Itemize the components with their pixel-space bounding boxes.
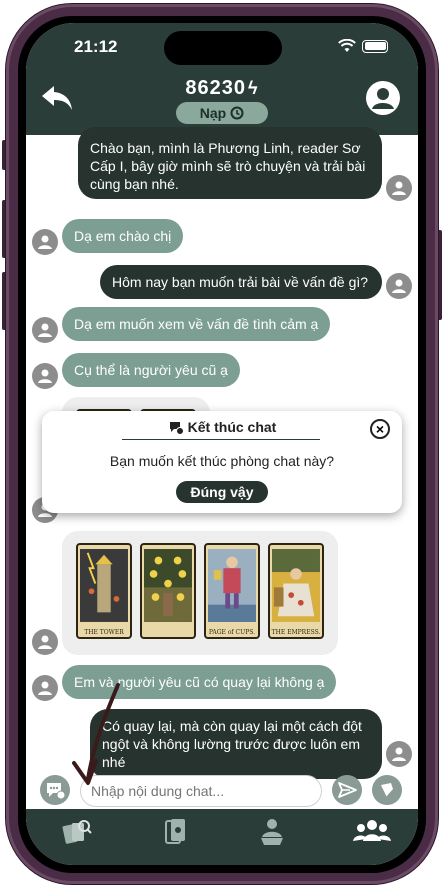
chat-end-icon bbox=[47, 783, 66, 800]
message-outgoing: Chào bạn, mình là Phương Linh, reader Sơ… bbox=[78, 127, 382, 199]
user-icon bbox=[38, 681, 52, 695]
dialog-divider bbox=[122, 439, 320, 440]
message-incoming: Cụ thể là người yêu cũ ạ bbox=[62, 353, 240, 387]
app-screen: 21:12 86230 ϟ Nạp Chào bạn, mình là Phươ… bbox=[26, 23, 418, 865]
credit-value: 86230 bbox=[185, 77, 247, 99]
user-icon bbox=[392, 279, 406, 293]
empress-art bbox=[272, 549, 320, 622]
send-icon bbox=[338, 782, 357, 798]
history-icon bbox=[230, 106, 244, 120]
tarot-card-name: PAGE of CUPS. bbox=[208, 629, 256, 636]
user-icon bbox=[38, 635, 52, 649]
card-deck-icon[interactable] bbox=[160, 817, 192, 847]
lightning-icon: ϟ bbox=[248, 78, 259, 98]
cards-search-icon[interactable] bbox=[60, 817, 92, 847]
pentacles-art bbox=[144, 549, 192, 622]
tip-button[interactable] bbox=[372, 775, 402, 805]
user-avatar bbox=[32, 317, 58, 343]
dialog-title: Kết thúc chat bbox=[42, 419, 402, 435]
user-icon bbox=[38, 369, 52, 383]
chat-input[interactable] bbox=[80, 775, 322, 807]
user-icon bbox=[372, 88, 394, 109]
battery-icon bbox=[362, 39, 388, 53]
user-avatar bbox=[32, 363, 58, 389]
message-outgoing: Hôm nay bạn muốn trải bài về vấn đề gì? bbox=[100, 265, 382, 299]
reader-avatar bbox=[386, 175, 412, 201]
message-incoming: Em và người yêu cũ có quay lại không ạ bbox=[62, 665, 337, 699]
user-icon bbox=[38, 323, 52, 337]
credit-balance: 86230 ϟ bbox=[26, 77, 418, 100]
reader-icon[interactable] bbox=[256, 817, 288, 847]
dialog-message: Bạn muốn kết thúc phòng chat này? bbox=[109, 453, 335, 469]
status-time: 21:12 bbox=[74, 37, 118, 56]
confirm-end-button[interactable]: Đúng vậy bbox=[176, 481, 268, 503]
tarot-card[interactable]: PAGE of CUPS. bbox=[204, 543, 260, 639]
status-icons bbox=[338, 39, 388, 53]
page-of-cups-art bbox=[208, 549, 256, 622]
tarot-card[interactable]: THE EMPRESS. bbox=[268, 543, 324, 639]
message-outgoing: Có quay lại, mà còn quay lại một cách độ… bbox=[90, 709, 382, 779]
tarot-card[interactable]: THE TOWER bbox=[76, 543, 132, 639]
end-chat-button[interactable] bbox=[40, 775, 70, 805]
topup-label: Nạp bbox=[199, 105, 227, 121]
user-avatar bbox=[32, 675, 58, 701]
user-icon bbox=[392, 747, 406, 761]
send-button[interactable] bbox=[332, 775, 362, 805]
chat-end-icon bbox=[169, 422, 184, 435]
tower-art bbox=[80, 549, 128, 622]
chat-input-bar bbox=[26, 775, 418, 809]
user-icon bbox=[392, 181, 406, 195]
community-icon[interactable] bbox=[352, 817, 392, 847]
dialog-title-text: Kết thúc chat bbox=[187, 419, 277, 435]
wifi-icon bbox=[338, 39, 356, 52]
close-icon[interactable]: × bbox=[370, 419, 390, 439]
tarot-card-name: THE EMPRESS. bbox=[271, 629, 321, 636]
message-incoming: Dạ em chào chị bbox=[62, 219, 184, 253]
topup-button[interactable]: Nạp bbox=[176, 102, 268, 124]
user-avatar bbox=[32, 229, 58, 255]
end-chat-dialog: Kết thúc chat × Bạn muốn kết thúc phòng … bbox=[42, 411, 402, 513]
bottom-nav bbox=[26, 809, 418, 865]
tarot-card[interactable] bbox=[140, 543, 196, 639]
tarot-spread[interactable]: THE TOWER PAGE of CUPS. THE EMPRESS. bbox=[62, 531, 338, 655]
user-icon bbox=[38, 235, 52, 249]
app-header: 21:12 86230 ϟ Nạp bbox=[26, 23, 418, 135]
user-avatar bbox=[32, 629, 58, 655]
reader-avatar bbox=[386, 273, 412, 299]
tarot-card-name: THE TOWER bbox=[84, 629, 124, 636]
tip-card-icon bbox=[381, 783, 393, 798]
message-incoming: Dạ em muốn xem về vấn đề tình cảm ạ bbox=[62, 307, 331, 341]
profile-button[interactable] bbox=[366, 81, 400, 115]
reader-avatar bbox=[386, 741, 412, 767]
dynamic-island bbox=[164, 31, 282, 65]
